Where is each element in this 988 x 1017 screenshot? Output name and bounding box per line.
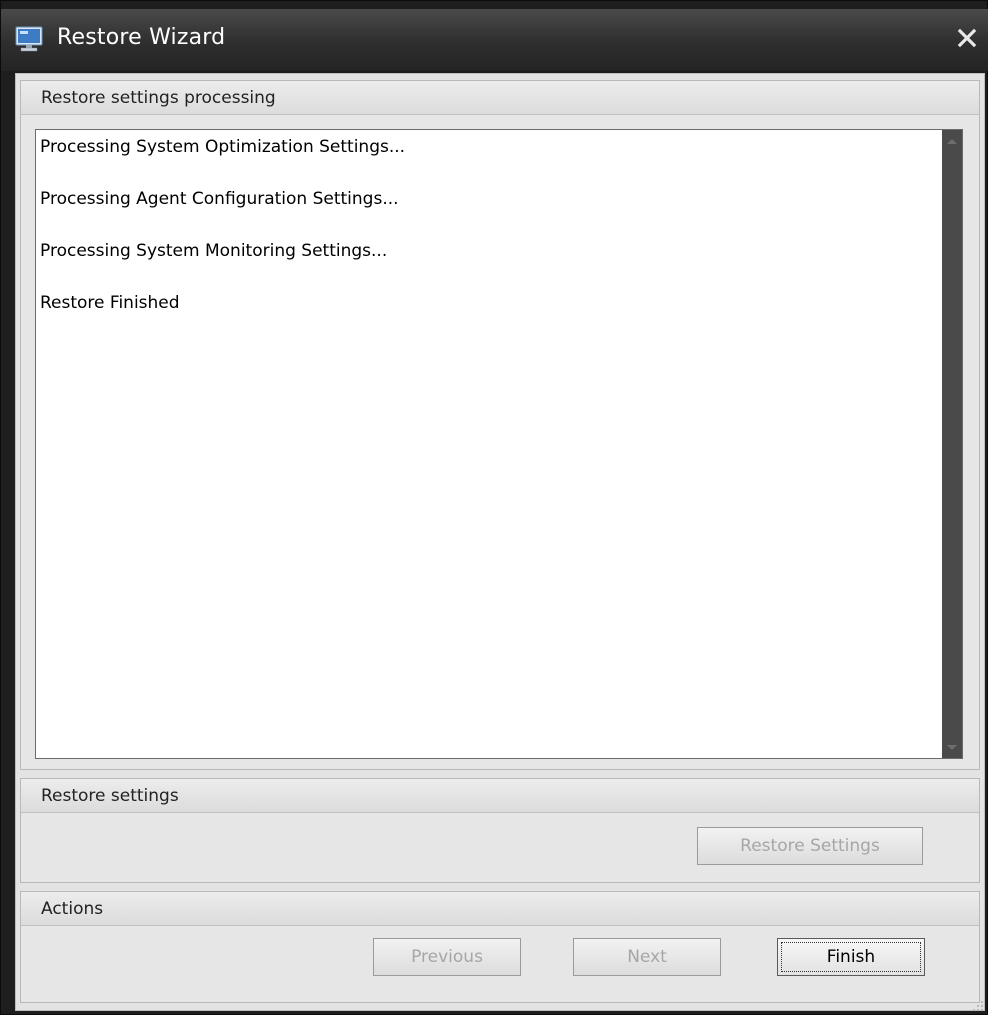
finish-button[interactable]: Finish [777,938,925,976]
wizard-content: Restore settings processing Processing S… [15,73,985,1011]
title-bar[interactable]: Restore Wizard [1,9,988,71]
log-item: Processing System Monitoring Settings... [40,241,388,261]
previous-button[interactable]: Previous [373,938,521,976]
previous-label: Previous [411,947,483,967]
group-header-processing: Restore settings processing [21,81,979,115]
processing-log[interactable]: Processing System Optimization Settings.… [35,129,963,759]
scroll-up-icon[interactable] [942,130,962,152]
log-item: Restore Finished [40,293,180,313]
close-icon[interactable] [953,23,981,51]
window-title: Restore Wizard [57,25,226,50]
restore-settings-button[interactable]: Restore Settings [697,827,923,865]
restore-settings-label: Restore Settings [740,836,880,856]
actions-group: Actions Previous Next Finish [20,891,980,1003]
finish-label: Finish [826,947,876,967]
next-label: Next [627,947,667,967]
resize-grip-icon[interactable] [971,998,985,1012]
log-item: Processing System Optimization Settings.… [40,137,406,157]
group-header-actions: Actions [21,892,979,926]
vertical-scrollbar[interactable] [942,130,962,758]
restore-wizard-window: Restore Wizard Restore settings processi… [0,0,988,1015]
restore-processing-group: Restore settings processing Processing S… [20,80,980,770]
next-button[interactable]: Next [573,938,721,976]
monitor-icon [15,26,43,52]
restore-settings-group: Restore settings Restore Settings [20,778,980,883]
log-list: Processing System Optimization Settings.… [36,130,942,758]
group-header-restore: Restore settings [21,779,979,813]
scroll-down-icon[interactable] [942,736,962,758]
log-item: Processing Agent Configuration Settings.… [40,189,399,209]
